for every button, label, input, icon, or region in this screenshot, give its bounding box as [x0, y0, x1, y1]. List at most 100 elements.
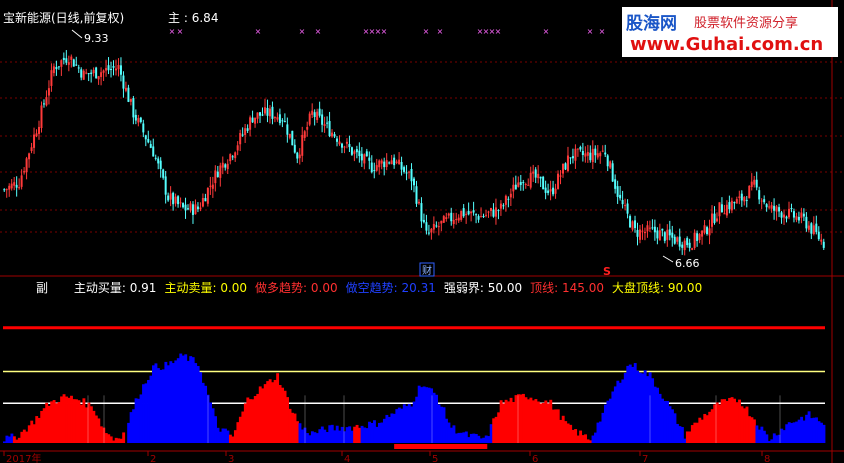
candle-body [512, 184, 515, 192]
trend-bar [179, 353, 183, 443]
trend-bar [487, 436, 491, 443]
candle-body [532, 171, 535, 174]
trend-bar [586, 439, 590, 443]
trend-bar [164, 361, 168, 443]
candle-body [117, 65, 120, 70]
x-axis: 2017年 2 3 4 5 6 7 8 [3, 451, 770, 463]
trend-bar [60, 396, 64, 443]
candle-body [70, 56, 73, 60]
candle-body [122, 75, 125, 89]
candle-body [753, 179, 756, 185]
candle-body [534, 169, 537, 178]
candle-body [20, 175, 23, 187]
trend-bar [338, 430, 342, 443]
signal-marker: × [423, 27, 430, 36]
candle-body [174, 196, 177, 204]
candle-body [735, 199, 738, 204]
trend-bar [710, 409, 714, 443]
candle-body [214, 170, 217, 184]
trend-bar [477, 435, 481, 443]
candle-body [706, 227, 709, 234]
trend-bar [22, 429, 26, 443]
trend-bar [690, 425, 694, 443]
candle-body [815, 223, 818, 232]
trend-bar [822, 424, 826, 443]
indicator-item: 大盘顶线 [611, 281, 660, 295]
candle-body [465, 213, 468, 215]
candle-body [38, 126, 41, 134]
candle-body [509, 193, 512, 198]
candle-body [40, 105, 43, 129]
candle-body [720, 204, 723, 213]
candle-body [358, 150, 361, 157]
candle-body [375, 165, 378, 171]
candle-body [557, 173, 560, 189]
candle-body [452, 219, 455, 224]
trend-bar [310, 431, 314, 443]
signal-marker: × [177, 27, 184, 36]
candle-body [82, 70, 85, 80]
candle-body [586, 151, 589, 156]
candle-body [584, 153, 587, 157]
candle-body [797, 216, 800, 221]
candle-body [313, 112, 316, 117]
candle-body [368, 157, 371, 161]
candle-body [15, 184, 18, 188]
trend-bar [127, 422, 131, 443]
candle-body [378, 160, 381, 168]
trend-bar [216, 427, 220, 443]
trend-bar [484, 435, 488, 443]
trend-bar [301, 429, 304, 443]
trend-bar [261, 388, 265, 443]
trend-bar [296, 421, 299, 443]
trend-bar [410, 406, 414, 443]
trend-bar [574, 429, 578, 443]
trend-bar [795, 421, 799, 443]
candle-body [442, 216, 445, 223]
trend-bar [713, 404, 717, 443]
trend-bar [313, 432, 317, 443]
s-marker: S [603, 265, 611, 278]
candle-body [636, 229, 639, 237]
trend-bar [584, 434, 587, 443]
trend-bar [770, 439, 774, 443]
trend-bar [452, 425, 456, 443]
trend-bar [258, 386, 262, 443]
trend-bar [718, 404, 722, 443]
candle-body [723, 213, 726, 215]
trend-bar [368, 421, 371, 443]
candle-body [189, 203, 192, 211]
trend-bar [688, 431, 692, 443]
candle-body [298, 154, 301, 159]
candle-body [497, 210, 500, 212]
candle-body [581, 150, 584, 155]
candle-body [507, 198, 510, 200]
trend-bar [559, 419, 563, 443]
candle-body [785, 216, 788, 219]
candle-body [348, 144, 351, 148]
trend-bar [263, 384, 267, 443]
candle-body [147, 138, 150, 143]
candle-body [646, 225, 649, 232]
candle-body [589, 152, 592, 161]
candle-body [256, 112, 259, 119]
candle-body [403, 167, 406, 172]
candle-body [552, 187, 555, 195]
candle-body [405, 172, 408, 174]
trend-bar [499, 400, 503, 443]
x-tick-label: 2017年 [6, 452, 41, 463]
candle-body [353, 151, 356, 154]
candle-body [606, 155, 609, 167]
trend-bar [812, 417, 816, 443]
trend-bar [420, 387, 424, 443]
candle-body [124, 87, 127, 91]
candle-body [229, 154, 232, 162]
trend-bar [291, 412, 294, 443]
candle-body [390, 160, 393, 165]
trend-bar [355, 424, 359, 443]
trend-bar [785, 424, 789, 443]
trend-bar [380, 422, 384, 443]
candle-body [380, 160, 383, 164]
candle-body [90, 72, 93, 74]
candle-body [239, 133, 242, 145]
